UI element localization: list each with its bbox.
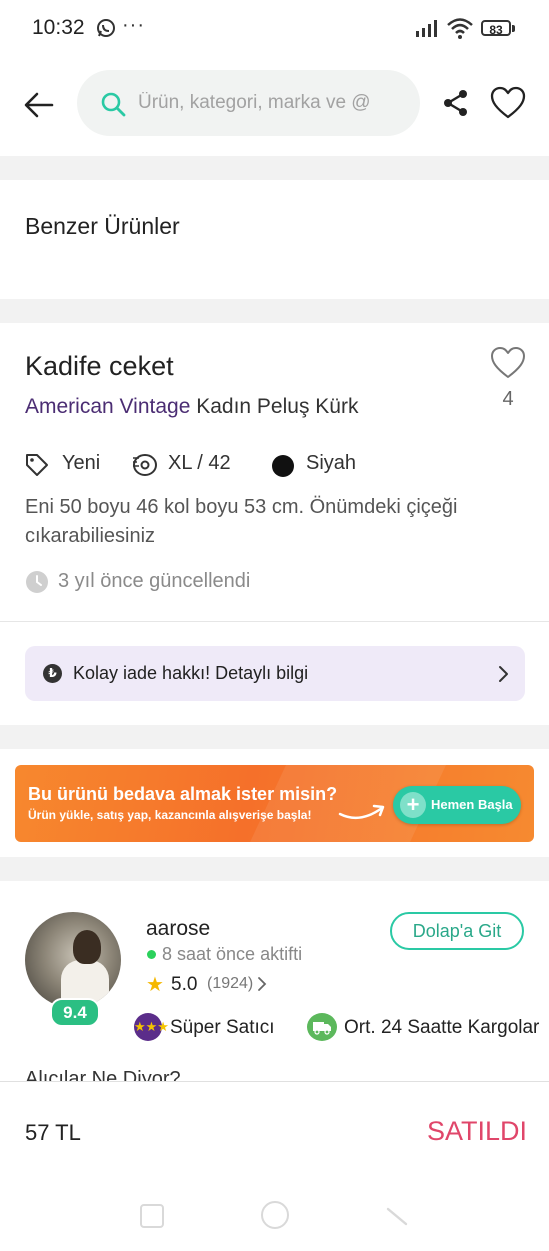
battery-indicator: 83 [481, 20, 511, 37]
section-gap [0, 725, 549, 749]
fast-shipping-label: Ort. 24 Saatte Kargolar [344, 1017, 540, 1038]
chevron-right-icon[interactable] [257, 976, 267, 992]
back-arrow-icon[interactable] [22, 88, 56, 122]
status-time: 10:32 [32, 16, 85, 39]
seller-avatar[interactable] [25, 912, 121, 1008]
shipping-truck-icon [307, 1013, 337, 1041]
sold-status: SATILDI [427, 1116, 528, 1146]
search-icon [101, 92, 126, 117]
product-description: Eni 50 boyu 46 kol boyu 53 cm. Önümdeki … [25, 496, 458, 547]
super-seller-label: Süper Satıcı [170, 1017, 275, 1038]
signal-icon [416, 20, 437, 37]
nav-back-icon[interactable] [385, 1204, 409, 1228]
color-value: Siyah [306, 452, 357, 474]
share-icon[interactable] [441, 88, 471, 118]
updated-time: 3 yıl önce güncellendi [58, 570, 251, 592]
more-notifications-icon: ··· [122, 14, 145, 36]
favorite-heart-icon[interactable] [490, 86, 526, 120]
favorite-count: 4 [502, 388, 514, 410]
curved-arrow-icon [338, 804, 385, 820]
last-active-text: 8 saat önce aktifti [162, 944, 303, 964]
product-title: Kadife ceket [25, 351, 174, 381]
buyer-comments-title: Alıcılar Ne Diyor? [25, 1068, 181, 1081]
section-gap [0, 857, 549, 881]
rating-count[interactable]: (1924) [207, 975, 253, 993]
seller-score-badge: 9.4 [50, 998, 100, 1027]
avatar-figure-head [73, 930, 101, 964]
clock-icon [26, 571, 48, 593]
star-icon: ★ [146, 974, 164, 996]
similar-products-title[interactable]: Benzer Ürünler [25, 213, 180, 240]
category-text[interactable]: Kadın Peluş Kürk [190, 395, 358, 418]
measuring-tape-icon [133, 454, 157, 476]
brand-link[interactable]: American Vintage [25, 395, 190, 418]
start-now-label: Hemen Başla [431, 797, 513, 812]
promo-title: Bu ürünü bedava almak ister misin? [28, 784, 338, 804]
chevron-right-icon [499, 666, 508, 682]
section-gap [0, 299, 549, 323]
lira-icon: ₺ [43, 664, 62, 683]
brand-category-line: American Vintage Kadın Peluş Kürk [25, 395, 358, 419]
go-to-closet-button[interactable]: Dolap'a Git [390, 912, 524, 950]
seller-name[interactable]: aarose [146, 917, 210, 941]
search-input[interactable] [138, 88, 408, 118]
tag-icon [26, 454, 48, 476]
whatsapp-icon [97, 19, 115, 37]
promo-subtitle: Ürün yükle, satış yap, kazancınla alışve… [28, 808, 312, 822]
section-gap [0, 156, 549, 180]
product-price: 57 TL [25, 1120, 81, 1145]
home-icon[interactable] [261, 1201, 289, 1229]
easy-return-text: Kolay iade hakkı! Detaylı bilgi [73, 663, 309, 683]
divider [0, 621, 549, 622]
battery-tip [512, 25, 515, 32]
product-favorite-icon[interactable] [490, 346, 526, 380]
recent-apps-icon[interactable] [140, 1204, 164, 1228]
plus-icon: + [400, 792, 426, 818]
size-value: XL / 42 [168, 452, 231, 474]
super-seller-icon: ★★★ [134, 1013, 169, 1041]
color-swatch-icon [272, 455, 294, 477]
wifi-icon [447, 18, 473, 39]
online-status-dot [147, 950, 156, 959]
condition-value: Yeni [62, 452, 101, 474]
seller-rating[interactable]: 5.0 [171, 974, 197, 996]
